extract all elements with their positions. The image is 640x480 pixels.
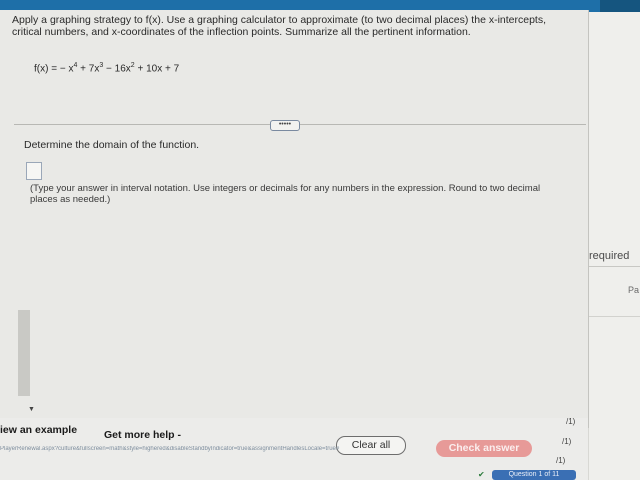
expand-button[interactable]: ••••• [270,120,300,131]
score-mark-1: /1) [566,417,576,426]
section-divider [14,124,586,125]
answer-input[interactable] [26,162,42,180]
formula-lhs: f(x) = − x [34,63,74,75]
check-icon: ✔ [478,470,485,479]
view-example-link[interactable]: iew an example [0,424,77,436]
scrollbar[interactable] [18,310,30,396]
answer-hint: (Type your answer in interval notation. … [30,183,541,205]
right-divider [589,266,640,267]
score-mark-3: /1) [556,456,566,465]
required-label: required [589,250,630,262]
footer-bar: iew an example Get more help - Clear all… [0,418,588,480]
get-more-help-link[interactable]: Get more help - [104,429,181,441]
top-bar-edge [600,0,640,12]
formula-term-4: + 10x + 7 [134,63,180,75]
scroll-down-icon[interactable]: ▼ [28,406,35,413]
problem-line-1: Apply a graphing strategy to f(x). Use a… [12,14,547,26]
problem-line-2: critical numbers, and x-coordinates of t… [12,26,471,38]
right-pa-label: Pa [628,285,640,295]
question-panel: Apply a graphing strategy to f(x). Use a… [0,10,589,428]
formula-term-3: − 16x [103,63,131,75]
problem-statement: Apply a graphing strategy to f(x). Use a… [12,14,584,38]
question-navigator[interactable]: Question 1 of 11 [492,470,576,480]
function-formula: f(x) = − x4 + 7x3 − 16x2 + 10x + 7 [34,62,179,74]
right-divider-2 [589,316,640,317]
question-text: Determine the domain of the function. [24,139,200,151]
right-column [589,12,640,480]
formula-term-2: + 7x [77,63,100,75]
status-url: PlayerRenewal.aspx?culture&fullscreen=ma… [0,446,340,452]
score-mark-2: /1) [562,437,572,446]
